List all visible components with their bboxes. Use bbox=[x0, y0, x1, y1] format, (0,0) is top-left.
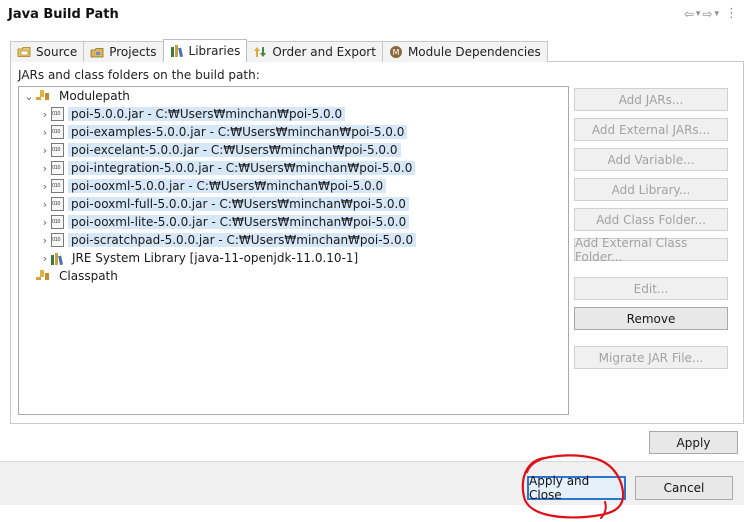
tree-node-label: Classpath bbox=[59, 269, 118, 283]
dialog-footer bbox=[0, 461, 744, 505]
tree-row[interactable]: › poi-scratchpad-5.0.0.jar - C:₩Users₩mi… bbox=[39, 231, 417, 249]
tree-node-modulepath[interactable]: ⌄ Modulepath bbox=[23, 87, 133, 105]
view-menu-icon[interactable]: ⋮ bbox=[725, 7, 738, 21]
expand-chevron-icon[interactable]: › bbox=[39, 108, 51, 121]
projects-icon bbox=[90, 45, 104, 59]
tree-row[interactable]: › poi-integration-5.0.0.jar - C:₩Users₩m… bbox=[39, 159, 416, 177]
tree-row-label: poi-excelant-5.0.0.jar - C:₩Users₩mincha… bbox=[68, 143, 401, 157]
tree-row-label: poi-ooxml-lite-5.0.0.jar - C:₩Users₩minc… bbox=[68, 215, 410, 229]
jar-file-icon bbox=[51, 197, 64, 211]
tab-source[interactable]: Source bbox=[10, 41, 85, 62]
svg-text:M: M bbox=[393, 48, 400, 57]
tree-row[interactable]: › poi-examples-5.0.0.jar - C:₩Users₩minc… bbox=[39, 123, 408, 141]
add-class-folder-button[interactable]: Add Class Folder... bbox=[574, 208, 728, 231]
expand-chevron-icon[interactable]: › bbox=[39, 144, 51, 157]
expand-chevron-icon[interactable]: › bbox=[39, 252, 51, 265]
tab-bar: Source Projects Libraries Order and Expo… bbox=[10, 39, 548, 62]
jar-file-icon bbox=[51, 143, 64, 157]
tree-row[interactable]: › poi-ooxml-full-5.0.0.jar - C:₩Users₩mi… bbox=[39, 195, 409, 213]
back-dropdown-icon[interactable]: ▾ bbox=[696, 7, 701, 21]
expand-chevron-icon[interactable]: › bbox=[39, 216, 51, 229]
tree-row[interactable]: › poi-ooxml-5.0.0.jar - C:₩Users₩minchan… bbox=[39, 177, 387, 195]
tab-projects-label: Projects bbox=[109, 45, 157, 59]
tree-row[interactable]: › poi-ooxml-lite-5.0.0.jar - C:₩Users₩mi… bbox=[39, 213, 410, 231]
tab-module-dependencies-label: Module Dependencies bbox=[407, 45, 541, 59]
tree-node-label: Modulepath bbox=[59, 89, 130, 103]
libraries-icon bbox=[170, 44, 184, 58]
apply-and-close-button[interactable]: Apply and Close bbox=[527, 474, 626, 502]
add-library-button[interactable]: Add Library... bbox=[574, 178, 728, 201]
source-folder-icon bbox=[17, 45, 31, 59]
jar-file-icon bbox=[51, 107, 64, 121]
tree-row-label: poi-ooxml-full-5.0.0.jar - C:₩Users₩minc… bbox=[68, 197, 409, 211]
migrate-jar-button[interactable]: Migrate JAR File... bbox=[574, 346, 728, 369]
tree-row-label: poi-5.0.0.jar - C:₩Users₩minchan₩poi-5.0… bbox=[68, 107, 346, 121]
tree-row-label: poi-scratchpad-5.0.0.jar - C:₩Users₩minc… bbox=[68, 233, 417, 247]
jre-library-icon bbox=[51, 252, 65, 265]
dialog-header: Java Build Path ⇦ ▾ ⇨ ▾ ⋮ bbox=[0, 0, 744, 34]
tab-order-export[interactable]: Order and Export bbox=[246, 41, 383, 62]
tab-projects[interactable]: Projects bbox=[83, 41, 164, 62]
module-dependencies-icon: M bbox=[389, 45, 403, 59]
jar-file-icon bbox=[51, 179, 64, 193]
order-export-icon bbox=[253, 45, 267, 59]
collapse-chevron-icon[interactable]: ⌄ bbox=[23, 90, 35, 103]
add-variable-button[interactable]: Add Variable... bbox=[574, 148, 728, 171]
classpath-icon bbox=[35, 269, 53, 283]
tree-row-label: poi-integration-5.0.0.jar - C:₩Users₩min… bbox=[68, 161, 416, 175]
edit-button[interactable]: Edit... bbox=[574, 277, 728, 300]
tab-module-dependencies[interactable]: M Module Dependencies bbox=[381, 41, 548, 62]
expand-chevron-icon[interactable]: › bbox=[39, 126, 51, 139]
jar-file-icon bbox=[51, 161, 64, 175]
expand-chevron-icon[interactable]: › bbox=[39, 180, 51, 193]
expand-chevron-icon[interactable]: › bbox=[39, 162, 51, 175]
tree-row-label: JRE System Library [java-11-openjdk-11.0… bbox=[72, 251, 359, 265]
add-external-class-folder-button[interactable]: Add External Class Folder... bbox=[574, 236, 728, 264]
modulepath-icon bbox=[35, 89, 53, 103]
page-title: Java Build Path bbox=[8, 7, 119, 22]
jar-file-icon bbox=[51, 233, 64, 247]
tab-order-export-label: Order and Export bbox=[272, 45, 376, 59]
tree-row-label: poi-ooxml-5.0.0.jar - C:₩Users₩minchan₩p… bbox=[68, 179, 387, 193]
apply-button[interactable]: Apply bbox=[649, 431, 738, 454]
history-navigation: ⇦ ▾ ⇨ ▾ ⋮ bbox=[684, 7, 738, 22]
build-path-label: JARs and class folders on the build path… bbox=[18, 68, 260, 82]
tree-row[interactable]: › poi-5.0.0.jar - C:₩Users₩minchan₩poi-5… bbox=[39, 105, 346, 123]
tree-row-label: poi-examples-5.0.0.jar - C:₩Users₩mincha… bbox=[68, 125, 408, 139]
forward-dropdown-icon[interactable]: ▾ bbox=[714, 7, 719, 21]
build-path-tree[interactable]: ⌄ Modulepath › poi-5.0.0.jar - C:₩Users₩… bbox=[18, 86, 569, 415]
forward-arrow-icon[interactable]: ⇨ bbox=[702, 7, 712, 21]
tab-libraries[interactable]: Libraries bbox=[162, 39, 248, 62]
cancel-button[interactable]: Cancel bbox=[635, 476, 733, 500]
expand-chevron-icon[interactable]: › bbox=[39, 234, 51, 247]
add-jars-button[interactable]: Add JARs... bbox=[574, 88, 728, 111]
expand-chevron-icon[interactable]: › bbox=[39, 198, 51, 211]
jar-file-icon bbox=[51, 215, 64, 229]
tab-libraries-label: Libraries bbox=[188, 44, 241, 58]
tree-row-jre[interactable]: › JRE System Library [java-11-openjdk-11… bbox=[39, 249, 361, 267]
add-external-jars-button[interactable]: Add External JARs... bbox=[574, 118, 728, 141]
jar-file-icon bbox=[51, 125, 64, 139]
tab-source-label: Source bbox=[36, 45, 78, 59]
tree-node-classpath[interactable]: Classpath bbox=[35, 267, 121, 285]
tree-row[interactable]: › poi-excelant-5.0.0.jar - C:₩Users₩minc… bbox=[39, 141, 401, 159]
remove-button[interactable]: Remove bbox=[574, 307, 728, 330]
back-arrow-icon[interactable]: ⇦ bbox=[684, 7, 694, 21]
